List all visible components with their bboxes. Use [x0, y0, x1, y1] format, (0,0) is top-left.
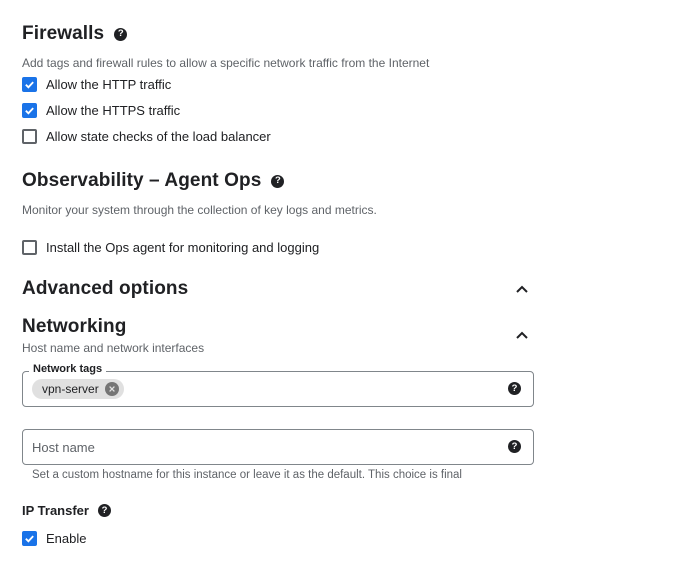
host-name-hint: Set a custom hostname for this instance … [32, 469, 462, 481]
ops-agent-checkbox-row[interactable]: Install the Ops agent for monitoring and… [22, 237, 319, 257]
advanced-options-title: Advanced options [22, 278, 189, 299]
load-balancer-label: Allow state checks of the load balancer [46, 128, 271, 144]
ip-transfer-help-icon[interactable]: ? [97, 504, 111, 517]
network-tags-field[interactable]: vpn-server ? [22, 371, 534, 407]
firewalls-description: Add tags and firewall rules to allow a s… [22, 56, 430, 70]
advanced-options-chevron-up-icon[interactable] [514, 281, 530, 297]
ip-transfer-enable-label: Enable [46, 530, 87, 546]
network-tags-help-icon[interactable]: ? [508, 382, 521, 395]
http-traffic-checkbox[interactable] [22, 76, 37, 92]
https-traffic-checkbox-row[interactable]: Allow the HTTPS traffic [22, 100, 180, 120]
http-traffic-label: Allow the HTTP traffic [46, 76, 172, 92]
network-tags-label: Network tags [29, 363, 107, 375]
network-tag-chip-label: vpn-server [42, 382, 99, 396]
load-balancer-checkbox-row[interactable]: Allow state checks of the load balancer [22, 126, 271, 146]
firewalls-title: Firewalls [22, 23, 105, 44]
host-name-input[interactable]: Host name [32, 440, 95, 455]
observability-header: Observability – Agent Ops ? [22, 170, 285, 192]
network-tag-chip[interactable]: vpn-server [32, 379, 124, 399]
ip-transfer-enable-row[interactable]: Enable [22, 528, 86, 548]
https-traffic-checkbox[interactable] [22, 102, 37, 118]
networking-title: Networking [22, 316, 127, 337]
ip-transfer-header: IP Transfer ? [22, 503, 111, 518]
http-traffic-checkbox-row[interactable]: Allow the HTTP traffic [22, 74, 171, 94]
firewalls-header: Firewalls ? [22, 23, 128, 45]
networking-chevron-up-icon[interactable] [514, 327, 530, 343]
load-balancer-checkbox[interactable] [22, 128, 37, 144]
observability-help-icon[interactable]: ? [271, 174, 285, 188]
checkmark-icon [25, 80, 34, 89]
ip-transfer-title: IP Transfer [22, 503, 89, 518]
observability-description: Monitor your system through the collecti… [22, 203, 377, 217]
remove-tag-icon[interactable] [104, 382, 119, 396]
observability-title: Observability – Agent Ops [22, 170, 262, 191]
host-name-field[interactable]: Host name ? [22, 429, 534, 465]
checkmark-icon [25, 106, 34, 115]
ip-transfer-enable-checkbox[interactable] [22, 530, 37, 546]
ops-agent-checkbox[interactable] [22, 239, 37, 255]
host-name-help-icon[interactable]: ? [508, 440, 521, 453]
https-traffic-label: Allow the HTTPS traffic [46, 102, 181, 118]
checkmark-icon [25, 534, 34, 543]
firewalls-help-icon[interactable]: ? [114, 27, 128, 41]
ops-agent-label: Install the Ops agent for monitoring and… [46, 239, 320, 255]
networking-subtitle: Host name and network interfaces [22, 341, 205, 355]
